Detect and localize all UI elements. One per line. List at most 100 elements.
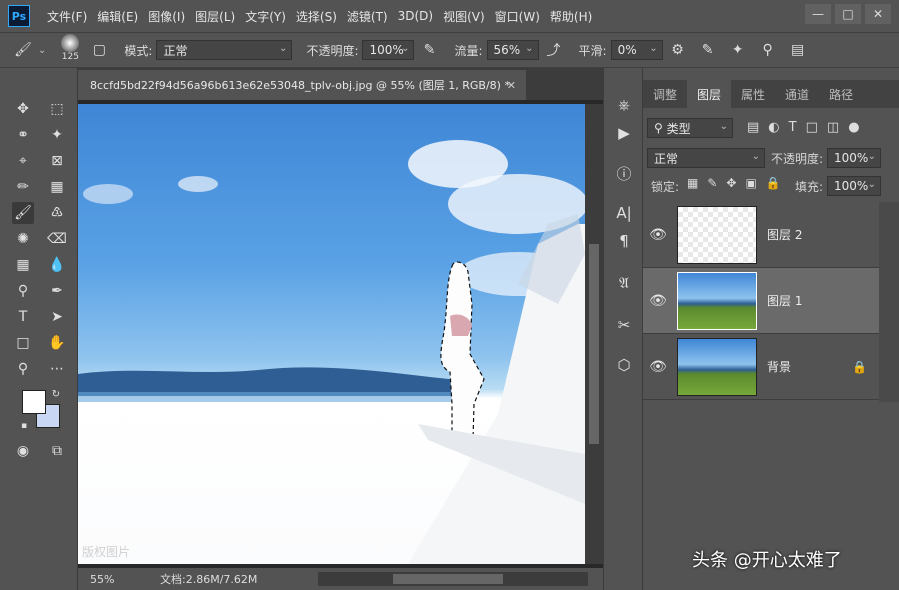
layer-row-layer-2[interactable]: 👁 图层 2	[643, 202, 879, 268]
spot-healing-icon[interactable]: ▦	[46, 176, 68, 198]
menu-filter[interactable]: 滤镜(T)	[342, 8, 393, 25]
flow-field[interactable]: 56% ⌄	[486, 40, 539, 60]
visibility-eye-icon[interactable]: 👁	[643, 293, 673, 309]
tab-paths[interactable]: 路径	[819, 80, 863, 108]
tab-properties[interactable]: 属性	[731, 80, 775, 108]
eyedropper-icon[interactable]: ✏	[12, 176, 34, 198]
eraser-icon[interactable]: ⌫	[46, 228, 68, 250]
rectangle-tool-icon[interactable]: □	[12, 332, 34, 354]
horizontal-scroll-thumb[interactable]	[393, 574, 503, 584]
minimize-button[interactable]: —	[805, 4, 831, 24]
brush-preset-picker[interactable]: 125	[56, 34, 84, 66]
shape-filter-icon[interactable]: □	[806, 120, 818, 135]
menu-image[interactable]: 图像(I)	[143, 8, 190, 25]
tab-adjustments[interactable]: 调整	[643, 80, 687, 108]
document-tab[interactable]: 8ccfd5bd22f94d56a96b613e62e53048_tplv-ob…	[78, 70, 526, 100]
image-filter-icon[interactable]: ▤	[747, 120, 759, 135]
menu-layer[interactable]: 图层(L)	[190, 8, 240, 25]
paragraph-icon[interactable]: ¶	[613, 230, 635, 252]
close-button[interactable]: ✕	[865, 4, 891, 24]
type-filter-icon[interactable]: T	[789, 120, 797, 135]
tab-channels[interactable]: 通道	[775, 80, 819, 108]
path-selection-icon[interactable]: ➤	[46, 306, 68, 328]
character-icon[interactable]: A|	[613, 202, 635, 224]
menu-edit[interactable]: 编辑(E)	[92, 8, 143, 25]
history-icon[interactable]: ⎈	[613, 94, 635, 116]
menu-3d[interactable]: 3D(D)	[393, 9, 438, 23]
menu-window[interactable]: 窗口(W)	[490, 8, 545, 25]
maximize-button[interactable]: □	[835, 4, 861, 24]
search-icon[interactable]: ⚲	[759, 41, 777, 59]
tab-close-icon[interactable]: ✕	[507, 79, 516, 92]
opacity-field[interactable]: 100% ⌄	[362, 40, 415, 60]
menu-view[interactable]: 视图(V)	[438, 8, 490, 25]
vertical-scrollbar[interactable]	[585, 104, 603, 564]
blur-tool-icon[interactable]: 💧	[46, 254, 68, 276]
layer-row-background[interactable]: 👁 背景 🔒	[643, 334, 879, 400]
chevron-down-icon[interactable]: ⌄	[38, 45, 46, 56]
lock-position-icon[interactable]: ✥	[726, 176, 736, 190]
visibility-eye-icon[interactable]: 👁	[643, 227, 673, 243]
workspace-icon[interactable]: ▤	[789, 41, 807, 59]
swap-colors-icon[interactable]: ↻	[50, 388, 62, 400]
layer-opacity-field[interactable]: 100% ⌄	[827, 148, 881, 168]
smoothing-field[interactable]: 0% ⌄	[610, 40, 663, 60]
history-brush-icon[interactable]: ✺	[12, 228, 34, 250]
tab-layers[interactable]: 图层	[687, 80, 732, 108]
pressure-opacity-icon[interactable]: ✎	[420, 41, 438, 59]
mode-select[interactable]: 正常 ⌄	[156, 40, 293, 60]
menu-help[interactable]: 帮助(H)	[545, 8, 597, 25]
adjustment-filter-icon[interactable]: ◐	[768, 120, 779, 135]
image-canvas[interactable]: 版权图片	[78, 104, 585, 564]
gear-icon[interactable]: ⚙	[669, 41, 687, 59]
zoom-level[interactable]: 55%	[90, 573, 160, 586]
lock-pixels-icon[interactable]: ✎	[707, 176, 717, 190]
options-bar: 🖌 ⌄ 125 ▢ 模式: 正常 ⌄ 不透明度: 100% ⌄ ✎ 流量: 56% ⌄…	[0, 32, 899, 68]
quick-mask-icon[interactable]: ◉	[12, 440, 34, 462]
horizontal-scrollbar[interactable]	[318, 572, 588, 586]
actions-play-icon[interactable]: ▶	[613, 122, 635, 144]
crop-tool-icon[interactable]: ⌖	[12, 150, 34, 172]
clone-stamp-icon[interactable]: ♳	[46, 202, 68, 224]
blend-mode-select[interactable]: 正常 ⌄	[647, 148, 765, 168]
info-icon[interactable]: ⓘ	[613, 162, 635, 184]
gradient-tool-icon[interactable]: ▦	[12, 254, 34, 276]
type-tool-icon[interactable]: T	[12, 306, 34, 328]
menu-type[interactable]: 文字(Y)	[240, 8, 291, 25]
screen-mode-icon[interactable]: ⧉	[46, 440, 68, 462]
glyphs-icon[interactable]: 𝔄	[613, 272, 635, 294]
artboard-lock-icon[interactable]: ▣	[745, 176, 756, 190]
airbrush-icon[interactable]: ⤴	[545, 41, 563, 59]
hand-tool-icon[interactable]: ✋	[46, 332, 68, 354]
brush-settings-icon[interactable]: ▢	[90, 41, 108, 59]
brush-tool-icon[interactable]: 🖌	[14, 41, 32, 59]
brush-tool-icon[interactable]: 🖌	[12, 202, 34, 224]
frame-tool-icon[interactable]: ⊠	[46, 150, 68, 172]
visibility-eye-icon[interactable]: 👁	[643, 359, 673, 375]
pen-tool-icon[interactable]: ✒	[46, 280, 68, 302]
zoom-tool-icon[interactable]: ⚲	[12, 358, 34, 380]
marquee-tool-icon[interactable]: ⬚	[46, 98, 68, 120]
lock-transparent-icon[interactable]: ▦	[687, 176, 698, 190]
filter-toggle-icon[interactable]: ●	[848, 120, 859, 135]
layer-row-layer-1[interactable]: 👁 图层 1	[643, 268, 879, 334]
fill-field[interactable]: 100% ⌄	[827, 176, 881, 196]
magic-wand-icon[interactable]: ✦	[46, 124, 68, 146]
tool-presets-icon[interactable]: ✂	[613, 314, 635, 336]
menu-file[interactable]: 文件(F)	[42, 8, 92, 25]
symmetry-icon[interactable]: ✦	[729, 41, 747, 59]
more-tools-icon[interactable]: ⋯	[46, 358, 68, 380]
foreground-color-swatch[interactable]	[22, 390, 46, 414]
menu-select[interactable]: 选择(S)	[291, 8, 342, 25]
vertical-scroll-thumb[interactable]	[589, 244, 599, 444]
dodge-tool-icon[interactable]: ⚲	[12, 280, 34, 302]
layer-filter-select[interactable]: ⚲ 类型 ⌄	[647, 118, 733, 138]
default-colors-icon[interactable]: ▪	[18, 420, 30, 432]
move-tool-icon[interactable]: ✥	[12, 98, 34, 120]
3d-icon[interactable]: ⬡	[613, 354, 635, 376]
pressure-size-icon[interactable]: ✎	[699, 41, 717, 59]
lock-all-icon[interactable]: 🔒	[766, 176, 781, 190]
smart-object-filter-icon[interactable]: ◫	[827, 120, 839, 135]
lasso-tool-icon[interactable]: ⚭	[12, 124, 34, 146]
layers-scrollbar[interactable]	[879, 202, 899, 402]
